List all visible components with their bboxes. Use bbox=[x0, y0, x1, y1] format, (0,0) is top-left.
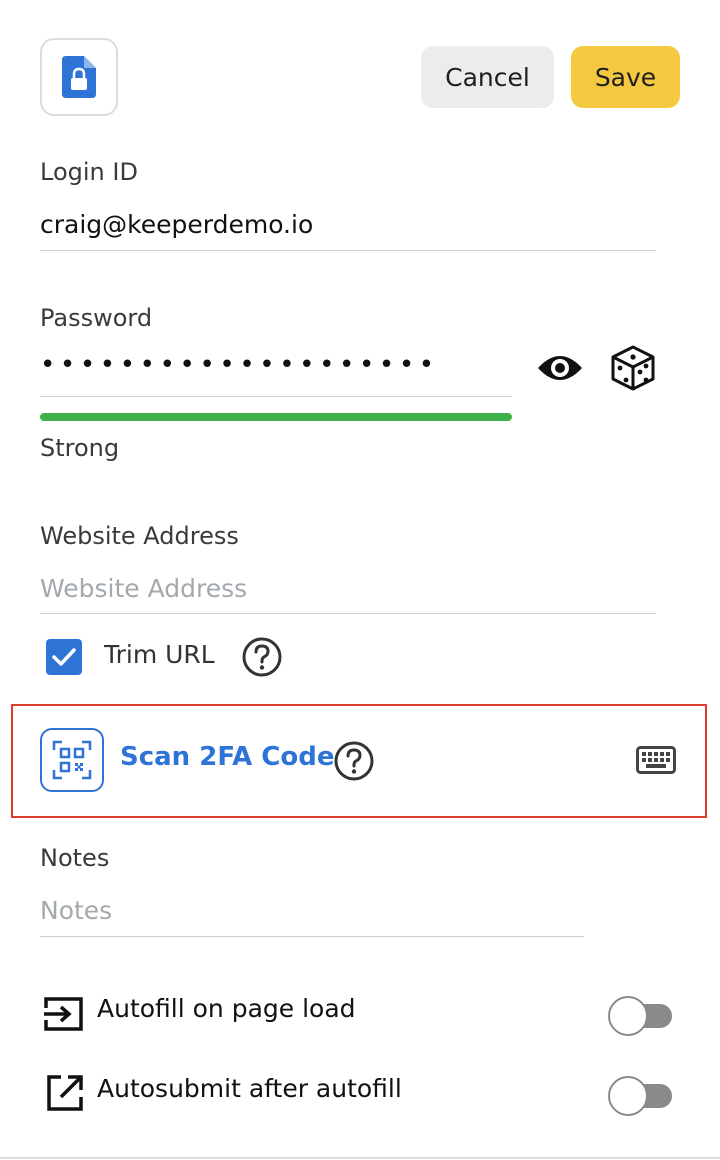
password-underline bbox=[40, 396, 512, 397]
qr-code-icon bbox=[52, 740, 92, 780]
trim-url-help-button[interactable] bbox=[241, 636, 283, 678]
notes-input[interactable]: Notes bbox=[40, 896, 112, 925]
notes-underline bbox=[40, 936, 584, 937]
dice-icon bbox=[611, 345, 655, 391]
help-icon bbox=[242, 637, 282, 677]
open-external-icon bbox=[47, 1075, 83, 1111]
manual-2fa-entry-button[interactable] bbox=[636, 746, 676, 778]
checkmark-icon bbox=[52, 648, 76, 666]
trim-url-checkbox[interactable] bbox=[46, 639, 82, 675]
website-address-underline bbox=[40, 613, 656, 614]
document-lock-icon bbox=[62, 56, 96, 98]
password-input[interactable]: •••••••••••••••••••• bbox=[40, 350, 439, 380]
password-strength-bar bbox=[40, 413, 512, 421]
autosubmit-label: Autosubmit after autofill bbox=[97, 1074, 402, 1103]
login-id-underline bbox=[40, 250, 656, 251]
autofill-label: Autofill on page load bbox=[97, 994, 356, 1023]
login-arrow-icon bbox=[44, 997, 83, 1031]
website-address-label: Website Address bbox=[40, 522, 239, 550]
autofill-icon-wrap bbox=[42, 996, 84, 1036]
password-strength-label: Strong bbox=[40, 434, 120, 462]
website-address-input[interactable]: Website Address bbox=[40, 574, 247, 603]
autofill-toggle[interactable] bbox=[608, 996, 672, 1036]
show-password-button[interactable] bbox=[536, 350, 584, 390]
scan-2fa-help-button[interactable] bbox=[333, 740, 375, 782]
bottom-divider bbox=[0, 1157, 720, 1159]
keyboard-icon bbox=[636, 746, 676, 774]
password-label: Password bbox=[40, 304, 153, 332]
autosubmit-toggle[interactable] bbox=[608, 1076, 672, 1116]
save-button[interactable]: Save bbox=[571, 46, 680, 108]
notes-label: Notes bbox=[40, 844, 110, 872]
login-id-label: Login ID bbox=[40, 158, 138, 186]
record-type-icon-button[interactable] bbox=[40, 38, 118, 116]
help-icon bbox=[334, 741, 374, 781]
generate-password-button[interactable] bbox=[610, 344, 656, 396]
autosubmit-icon-wrap bbox=[46, 1074, 84, 1116]
login-id-input[interactable]: craig@keeperdemo.io bbox=[40, 210, 313, 239]
trim-url-label: Trim URL bbox=[104, 640, 215, 669]
eye-icon bbox=[538, 356, 582, 380]
scan-2fa-label[interactable]: Scan 2FA Code bbox=[120, 742, 334, 772]
scan-2fa-button[interactable] bbox=[40, 728, 104, 792]
cancel-button[interactable]: Cancel bbox=[421, 46, 554, 108]
